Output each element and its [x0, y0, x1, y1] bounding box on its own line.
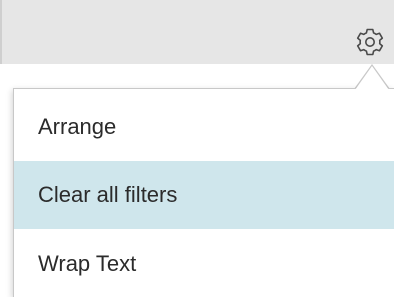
menu-item-arrange[interactable]: Arrange: [14, 93, 394, 161]
menu-item-label: Wrap Text: [38, 251, 137, 276]
menu-item-label: Arrange: [38, 114, 117, 139]
app-stage: Arrange Clear all filters Wrap Text: [0, 0, 394, 297]
menu-item-label: Clear all filters: [38, 182, 178, 207]
toolbar: [0, 0, 394, 64]
menu-item-clear-all-filters[interactable]: Clear all filters: [14, 161, 394, 229]
settings-button[interactable]: [352, 24, 388, 60]
menu-caret: [355, 66, 389, 90]
gear-icon: [352, 24, 388, 60]
settings-dropdown-menu: Arrange Clear all filters Wrap Text: [13, 88, 394, 297]
menu-item-wrap-text[interactable]: Wrap Text: [14, 230, 394, 297]
